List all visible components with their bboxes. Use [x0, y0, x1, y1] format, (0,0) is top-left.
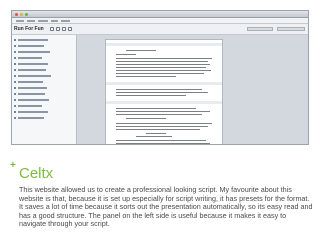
script-text-line [116, 64, 210, 65]
underline-icon[interactable] [62, 27, 66, 31]
script-text-line [116, 95, 186, 96]
plus-bullet-icon: + [10, 160, 16, 171]
script-text-line [126, 118, 166, 119]
scene-heading-line [18, 45, 44, 47]
menu-item[interactable] [61, 20, 70, 22]
script-text-line [116, 92, 208, 93]
scene-heading-line [18, 87, 47, 89]
slide-caption: This website allowed us to create a prof… [19, 185, 313, 229]
scene-bullet-icon [14, 63, 16, 65]
scene-heading-bar [106, 43, 222, 46]
print-icon[interactable] [68, 27, 72, 31]
menu-item[interactable] [51, 20, 58, 22]
scene-bullet-icon [14, 99, 16, 101]
slide-heading: Celtx [19, 165, 54, 182]
scene-heading-line [18, 105, 42, 107]
script-page[interactable] [105, 39, 223, 144]
close-window-icon[interactable] [15, 13, 18, 16]
scene-bullet-icon [14, 87, 16, 89]
bold-icon[interactable] [50, 27, 54, 31]
scene-heading-line [18, 81, 43, 83]
script-text-line [116, 114, 202, 115]
zoom-window-icon[interactable] [25, 13, 28, 16]
scene-bullet-icon [14, 105, 16, 107]
scene-bullet-icon [14, 45, 16, 47]
scene-heading-line [18, 69, 46, 71]
script-text-line [116, 129, 200, 130]
script-text-line [116, 61, 208, 62]
scene-bullet-icon [14, 75, 16, 77]
scene-bullet-icon [14, 39, 16, 41]
scene-heading-line [18, 99, 49, 101]
zoom-dropdown[interactable] [277, 27, 305, 31]
scene-heading-line [18, 93, 45, 95]
menu-item[interactable] [27, 20, 35, 22]
scene-heading-line [18, 63, 48, 65]
menu-item[interactable] [38, 20, 48, 22]
scene-navigator-panel [12, 35, 77, 144]
scene-heading-line [18, 57, 42, 59]
scene-heading-line [18, 111, 48, 113]
toolbar: Run For Fun [12, 24, 308, 35]
scene-heading-line [18, 51, 50, 53]
script-text-line [116, 67, 206, 68]
scene-bullet-icon [14, 69, 16, 71]
script-text-line [116, 123, 212, 124]
element-type-dropdown[interactable] [247, 27, 273, 31]
scene-heading-line [18, 117, 44, 119]
scene-bullet-icon [14, 51, 16, 53]
window-titlebar [12, 11, 308, 18]
script-text-line [116, 108, 196, 109]
script-text-line [136, 136, 172, 137]
celtx-screenshot: Run For Fun [11, 10, 309, 145]
script-text-line [146, 133, 166, 134]
script-text-line [116, 76, 176, 77]
scene-heading-line [18, 75, 51, 77]
scene-bullet-icon [14, 81, 16, 83]
script-text-line [116, 143, 210, 144]
script-text-line [116, 58, 212, 59]
script-text-line [126, 50, 156, 51]
italic-icon[interactable] [56, 27, 60, 31]
document-title: Run For Fun [14, 26, 44, 32]
scene-bullet-icon [14, 117, 16, 119]
script-text-line [116, 70, 211, 71]
scene-bullet-icon [14, 93, 16, 95]
minimize-window-icon[interactable] [20, 13, 23, 16]
scene-heading-line [18, 39, 48, 41]
script-text-line [116, 54, 136, 55]
script-text-line [116, 126, 208, 127]
scene-heading-bar [106, 82, 222, 85]
script-text-line [116, 89, 202, 90]
script-text-line [116, 111, 210, 112]
scene-heading-bar [106, 101, 222, 104]
script-editor [77, 35, 308, 144]
script-text-line [116, 140, 206, 141]
menu-item[interactable] [16, 20, 24, 22]
script-text-line [116, 73, 204, 74]
scene-bullet-icon [14, 57, 16, 59]
scene-bullet-icon [14, 111, 16, 113]
